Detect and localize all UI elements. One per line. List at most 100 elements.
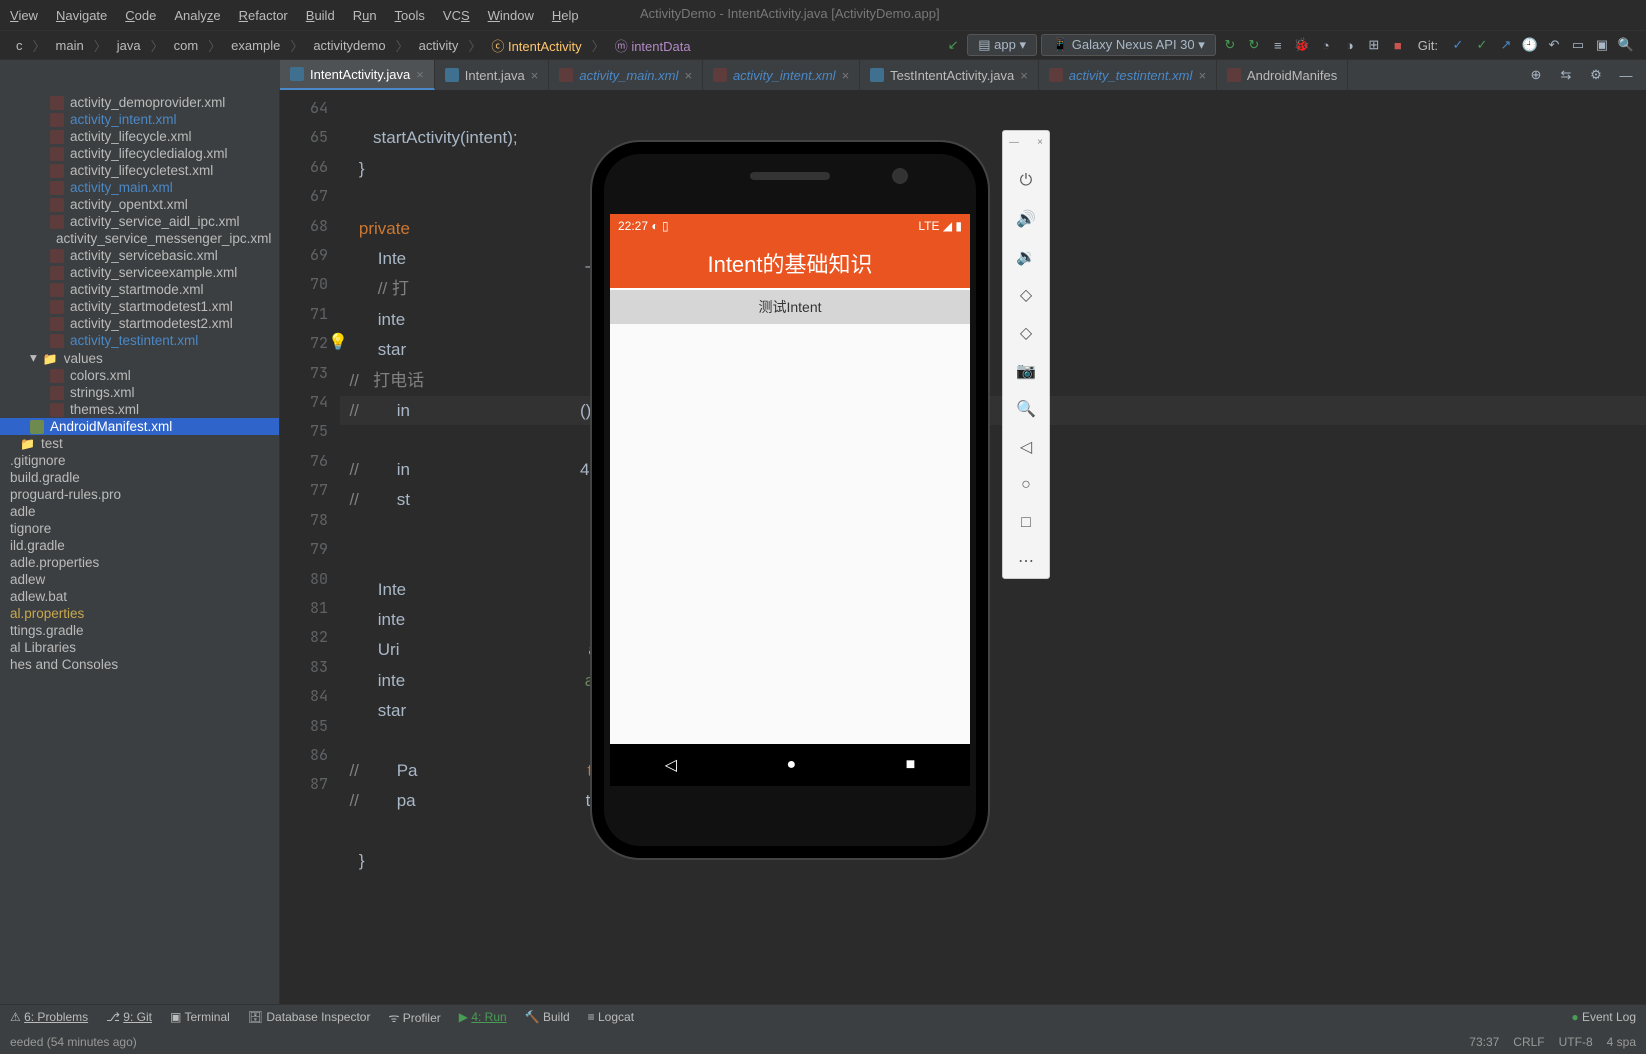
power-icon[interactable]: ⏻ xyxy=(1015,170,1037,192)
search-everywhere-icon[interactable]: 🔍 xyxy=(1616,35,1636,55)
nav-home-icon[interactable]: ● xyxy=(786,756,796,774)
vcs-rollback-icon[interactable]: ↶ xyxy=(1544,35,1564,55)
breadcrumb-class[interactable]: ⓒ IntentActivity xyxy=(485,36,587,55)
indent[interactable]: 4 spa xyxy=(1607,1035,1636,1049)
tree-file[interactable]: activity_servicebasic.xml xyxy=(0,247,279,264)
android-emulator[interactable]: 22:27 ◐ ▯ LTE ◢ ▮ Intent的基础知识 测试Intent ◁… xyxy=(590,140,990,860)
tab-activity-intent-xml[interactable]: activity_intent.xml× xyxy=(703,60,860,90)
debug-icon[interactable]: 🐞 xyxy=(1292,35,1312,55)
zoom-icon[interactable]: 🔍 xyxy=(1015,398,1037,420)
vcs-update-icon[interactable]: ✓ xyxy=(1448,35,1468,55)
settings-icon[interactable]: ⚙ xyxy=(1586,65,1606,85)
menu-tools[interactable]: Tools xyxy=(395,8,425,23)
tree-file[interactable]: adle xyxy=(0,503,279,520)
tree-file[interactable]: activity_service_messenger_ipc.xml xyxy=(0,230,279,247)
menu-build[interactable]: Build xyxy=(306,8,335,23)
tab-intent-java[interactable]: Intent.java× xyxy=(435,60,550,90)
menu-analyze[interactable]: Analyze xyxy=(174,8,220,23)
breadcrumb[interactable]: java xyxy=(111,38,147,53)
tree-file[interactable]: activity_intent.xml xyxy=(0,111,279,128)
close-icon[interactable]: × xyxy=(1037,137,1043,148)
camera-icon[interactable]: 📷 xyxy=(1015,360,1037,382)
tree-file[interactable]: activity_startmodetest2.xml xyxy=(0,315,279,332)
menu-run[interactable]: Run xyxy=(353,8,377,23)
more-icon[interactable]: ⋯ xyxy=(1015,550,1037,572)
tree-file[interactable]: activity_startmodetest1.xml xyxy=(0,298,279,315)
close-icon[interactable]: × xyxy=(842,68,850,83)
tree-file[interactable]: activity_opentxt.xml xyxy=(0,196,279,213)
tree-file[interactable]: al.properties xyxy=(0,605,279,622)
tree-file[interactable]: ild.gradle xyxy=(0,537,279,554)
app-body[interactable] xyxy=(610,324,970,786)
device-screen[interactable]: 22:27 ◐ ▯ LTE ◢ ▮ Intent的基础知识 测试Intent xyxy=(610,214,970,786)
tree-file[interactable]: activity_main.xml xyxy=(0,179,279,196)
tab-intent-activity[interactable]: IntentActivity.java× xyxy=(280,60,435,90)
hide-icon[interactable]: — xyxy=(1616,65,1636,85)
tree-file[interactable]: colors.xml xyxy=(0,367,279,384)
menu-view[interactable]: View xyxy=(10,8,38,23)
build-tool[interactable]: 🔨 Build xyxy=(525,1010,570,1024)
tree-file[interactable]: themes.xml xyxy=(0,401,279,418)
run-config-select[interactable]: ▤ app ▾ xyxy=(967,34,1037,56)
tree-file[interactable]: activity_demoprovider.xml xyxy=(0,94,279,111)
tree-file[interactable]: test xyxy=(0,435,279,452)
tree-file[interactable]: strings.xml xyxy=(0,384,279,401)
db-inspector-tool[interactable]: 🗄 Database Inspector xyxy=(248,1010,371,1024)
device-select[interactable]: 📱 Galaxy Nexus API 30 ▾ xyxy=(1041,34,1216,56)
close-icon[interactable]: × xyxy=(531,68,539,83)
breadcrumb[interactable]: com xyxy=(168,38,205,53)
sdk-manager-icon[interactable]: ▣ xyxy=(1592,35,1612,55)
breadcrumb[interactable]: c xyxy=(10,38,29,53)
project-tree[interactable]: activity_demoprovider.xmlactivity_intent… xyxy=(0,90,280,1004)
logcat-tool[interactable]: ≡ Logcat xyxy=(588,1010,634,1024)
overview-icon[interactable]: □ xyxy=(1015,512,1037,534)
tree-file[interactable]: activity_testintent.xml xyxy=(0,332,279,349)
menu-navigate[interactable]: Navigate xyxy=(56,8,107,23)
file-encoding[interactable]: UTF-8 xyxy=(1559,1035,1593,1049)
tree-file[interactable]: hes and Consoles xyxy=(0,656,279,673)
tab-test-intent-activity[interactable]: TestIntentActivity.java× xyxy=(860,60,1039,90)
menu-window[interactable]: Window xyxy=(488,8,534,23)
nav-recents-icon[interactable]: ■ xyxy=(906,756,916,774)
menu-vcs[interactable]: VCS xyxy=(443,8,470,23)
close-icon[interactable]: × xyxy=(1198,68,1206,83)
run-icon[interactable]: ↻ xyxy=(1220,35,1240,55)
terminal-tool[interactable]: ▣ Terminal xyxy=(170,1010,230,1024)
tab-android-manifest[interactable]: AndroidManifes xyxy=(1217,60,1348,90)
run-tool[interactable]: ▶ 4: Run xyxy=(459,1010,507,1024)
vcs-commit-icon[interactable]: ✓ xyxy=(1472,35,1492,55)
back-icon[interactable]: ◁ xyxy=(1015,436,1037,458)
tree-file[interactable]: activity_service_aidl_ipc.xml xyxy=(0,213,279,230)
rotate-left-icon[interactable]: ◇ xyxy=(1015,284,1037,306)
vcs-history-icon[interactable]: 🕘 xyxy=(1520,35,1540,55)
tree-file[interactable]: proguard-rules.pro xyxy=(0,486,279,503)
profiler-tool[interactable]: ᯤ Profiler xyxy=(388,1009,440,1026)
run-variants-icon[interactable]: ≡ xyxy=(1268,35,1288,55)
volume-down-icon[interactable]: 🔉 xyxy=(1015,246,1037,268)
menu-refactor[interactable]: Refactor xyxy=(239,8,288,23)
attach-debugger-icon[interactable]: ⊞ xyxy=(1364,35,1384,55)
tree-file[interactable]: activity_lifecycle.xml xyxy=(0,128,279,145)
minimize-icon[interactable]: — xyxy=(1009,137,1019,148)
rotate-right-icon[interactable]: ◇ xyxy=(1015,322,1037,344)
tab-activity-testintent-xml[interactable]: activity_testintent.xml× xyxy=(1039,60,1217,90)
breadcrumb-method[interactable]: ⓜ intentData xyxy=(609,36,697,55)
menu-code[interactable]: Code xyxy=(125,8,156,23)
tree-file[interactable]: adlew.bat xyxy=(0,588,279,605)
tree-folder-values[interactable]: ▾ values xyxy=(0,349,279,367)
make-project-icon[interactable]: ↙ xyxy=(943,35,963,55)
close-icon[interactable]: × xyxy=(416,67,424,82)
tree-file[interactable]: adle.properties xyxy=(0,554,279,571)
tree-file[interactable]: .gitignore xyxy=(0,452,279,469)
stop-icon[interactable]: ■ xyxy=(1388,35,1408,55)
avd-manager-icon[interactable]: ▭ xyxy=(1568,35,1588,55)
tab-activity-main-xml[interactable]: activity_main.xml× xyxy=(549,60,703,90)
line-sep[interactable]: CRLF xyxy=(1513,1035,1544,1049)
apply-changes-icon[interactable]: ↻ xyxy=(1244,35,1264,55)
menu-help[interactable]: Help xyxy=(552,8,579,23)
intention-bulb-icon[interactable]: 💡 xyxy=(328,332,348,352)
tree-file[interactable]: tignore xyxy=(0,520,279,537)
breadcrumb[interactable]: activitydemo xyxy=(307,38,391,53)
event-log[interactable]: ● Event Log xyxy=(1571,1010,1636,1024)
coverage-icon[interactable]: ◔ xyxy=(1316,35,1336,55)
